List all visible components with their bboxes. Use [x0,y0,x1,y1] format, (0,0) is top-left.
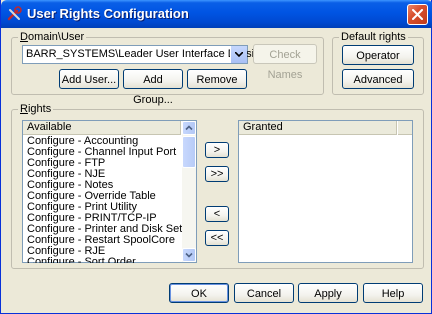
advanced-label: Advanced [353,74,403,86]
remove-all-rights-label: << [210,232,224,244]
remove-all-rights-button[interactable]: << [205,230,229,246]
available-items: Configure - Accounting Configure - Chann… [24,136,182,263]
add-right-button[interactable]: > [205,142,229,158]
scroll-up-button[interactable] [182,121,196,135]
granted-column-filler [398,121,412,135]
add-all-rights-label: >> [210,168,224,180]
add-user-label: Add User... [61,74,117,86]
dropdown-button[interactable] [230,46,247,63]
scroll-down-button[interactable] [182,248,196,262]
list-item[interactable]: Configure - Accounting [24,136,182,147]
apply-label: Apply [314,288,342,300]
list-item[interactable]: Configure - PRINT/TCP-IP [24,213,182,224]
list-item[interactable]: Configure - Channel Input Port [24,147,182,158]
remove-user-button[interactable]: Remove [187,69,247,89]
available-scrollbar[interactable] [182,121,196,262]
title-bar[interactable]: User Rights Configuration [1,0,432,28]
list-item[interactable]: Configure - Print Utility [24,202,182,213]
scroll-thumb[interactable] [182,136,196,168]
help-label: Help [381,288,405,300]
scroll-up-arrow-icon [185,125,193,131]
window-title: User Rights Configuration [27,6,189,21]
add-all-rights-button[interactable]: >> [205,166,229,182]
check-names-button[interactable]: Check Names [253,44,317,81]
rights-label: Rights [18,103,54,115]
scroll-down-arrow-icon [185,252,193,258]
cancel-button[interactable]: Cancel [234,283,294,303]
granted-column-header[interactable]: Granted [239,121,397,135]
remove-user-label: Remove [196,74,238,86]
list-item[interactable]: Configure - Restart SpoolCore [24,235,182,246]
apply-button[interactable]: Apply [298,283,358,303]
remove-right-button[interactable]: < [205,206,229,222]
ok-button[interactable]: OK [169,283,229,303]
tools-icon [7,6,23,22]
add-group-label: Add Group... [133,74,173,106]
list-item[interactable]: Configure - RJE [24,246,182,257]
granted-list[interactable]: Granted [238,120,413,263]
available-header-label: Available [27,121,72,133]
advanced-button[interactable]: Advanced [342,69,414,89]
close-icon [412,9,423,20]
list-item[interactable]: Configure - Override Table [24,191,182,202]
add-user-button[interactable]: Add User... [59,69,119,89]
list-item[interactable]: Configure - NJE [24,169,182,180]
cancel-label: Cancel [246,288,282,300]
list-item[interactable]: Configure - FTP [24,158,182,169]
domain-user-label: Domain\User [18,31,87,43]
add-group-button[interactable]: Add Group... [123,69,183,106]
chevron-down-icon [235,52,243,57]
available-column-header[interactable]: Available [23,121,181,135]
list-item[interactable]: Configure - Printer and Disk Settings [24,224,182,235]
operator-label: Operator [356,50,400,62]
default-rights-label: Default rights [339,31,408,43]
granted-header-label: Granted [243,121,283,133]
operator-button[interactable]: Operator [342,45,414,65]
ok-label: OK [191,288,207,300]
remove-right-label: < [213,208,221,220]
domain-user-select[interactable]: BARR_SYSTEMS\Leader User Interface Divis… [22,45,266,64]
help-button[interactable]: Help [363,283,423,303]
add-right-label: > [213,144,221,156]
user-rights-dialog: User Rights Configuration Domain\User BA… [0,0,432,314]
list-item[interactable]: Configure - Notes [24,180,182,191]
available-list[interactable]: Available Configure - Accounting Configu… [22,120,197,263]
list-item[interactable]: Configure - Sort Order [24,257,182,263]
close-button[interactable] [407,4,428,25]
